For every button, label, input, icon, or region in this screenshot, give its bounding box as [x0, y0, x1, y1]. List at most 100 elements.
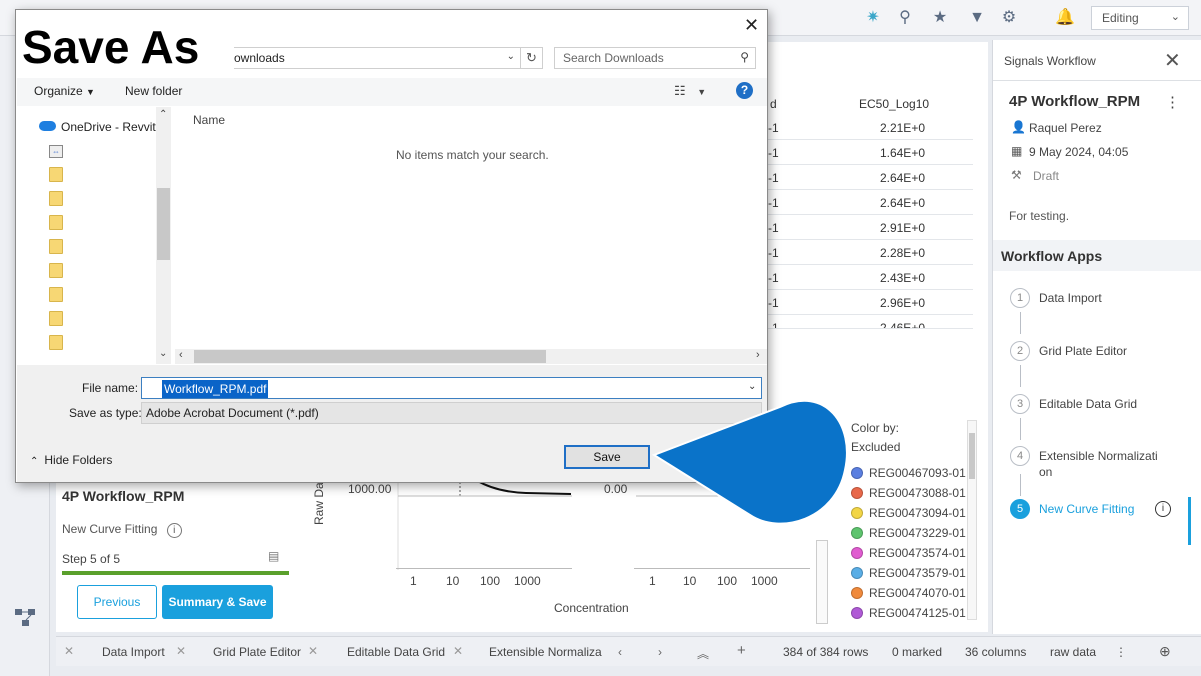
marked-count: 0 marked — [892, 645, 943, 659]
folder-icon[interactable] — [49, 215, 63, 230]
table-row[interactable]: -1 2.91E+0 — [760, 215, 973, 240]
summary-save-button[interactable]: Summary & Save — [162, 585, 273, 619]
table-row[interactable]: -1 2.96E+0 — [760, 290, 973, 315]
search-input[interactable]: Search Downloads ⚲ — [554, 47, 756, 69]
organize-button[interactable]: Organize ▼ — [34, 84, 95, 98]
network-icon[interactable]: ⇔ — [49, 145, 63, 158]
more-options-icon[interactable]: ⋮ — [1165, 93, 1180, 111]
legend-item[interactable]: REG00473088-01 — [851, 486, 966, 504]
workflow-icon[interactable] — [14, 606, 36, 628]
tab-editable-data-grid[interactable]: Editable Data Grid — [347, 645, 445, 659]
table-row[interactable]: -1 1.64E+0 — [760, 140, 973, 165]
column-header-ec50[interactable]: EC50_Log10 — [859, 97, 929, 111]
bottom-tab-bar: ✕ Data Import ✕ Grid Plate Editor ✕ Edit… — [56, 636, 1201, 666]
address-bar[interactable]: ownloads ⌄ — [229, 47, 521, 69]
dialog-title: Save As — [20, 18, 234, 78]
chevron-down-icon: ⌄ — [1170, 11, 1180, 23]
folder-icon[interactable] — [49, 239, 63, 254]
data-table-name[interactable]: raw data — [1050, 645, 1096, 659]
legend-item[interactable]: REG00473229-01 — [851, 526, 966, 544]
chart-scrollbar[interactable] — [816, 540, 828, 624]
column-header-name[interactable]: Name — [193, 113, 225, 127]
folder-icon[interactable] — [49, 191, 63, 206]
legend-item[interactable]: REG00473094-01 — [851, 506, 966, 524]
chevron-up-double-icon[interactable]: ︽ — [697, 645, 709, 662]
bookmark-icon[interactable]: ★ — [929, 7, 951, 29]
view-options-icon[interactable]: ☷ ▼ — [674, 83, 706, 99]
legend-dot — [851, 587, 863, 599]
legend-dot — [851, 547, 863, 559]
close-icon[interactable]: ✕ — [1164, 48, 1181, 73]
legend-item[interactable]: REG00474125-01 — [851, 606, 966, 624]
scroll-left-icon[interactable]: ‹ — [179, 349, 183, 361]
mode-select[interactable]: Editing ⌄ — [1091, 6, 1189, 30]
chevron-up-icon: ⌃ — [30, 456, 39, 467]
add-icon[interactable]: + — [737, 642, 746, 659]
save-button[interactable]: Save — [564, 445, 650, 469]
filter-icon[interactable]: ▼ — [966, 7, 988, 29]
active-indicator — [1188, 497, 1191, 545]
column-header[interactable]: d — [770, 97, 777, 111]
close-tab-icon[interactable]: ✕ — [176, 644, 186, 658]
globe-icon[interactable]: ⊕ — [1159, 643, 1171, 660]
x-tick: 1000 — [514, 574, 541, 588]
tab-extensible-normalization[interactable]: Extensible Normaliza — [489, 645, 602, 659]
previous-button[interactable]: Previous — [77, 585, 157, 619]
horizontal-scrollbar-thumb[interactable] — [194, 350, 546, 363]
search-icon[interactable]: ⚲ — [894, 7, 916, 29]
folder-icon[interactable] — [49, 311, 63, 326]
close-tab-icon[interactable]: ✕ — [64, 644, 74, 658]
tab-data-import[interactable]: Data Import — [102, 645, 165, 659]
scroll-down-icon[interactable]: ⌄ — [159, 348, 167, 359]
nav-scrollbar-thumb[interactable] — [157, 188, 170, 260]
search-icon: ⚲ — [740, 50, 749, 64]
hide-folders-button[interactable]: ⌃ Hide Folders — [30, 453, 112, 467]
panel-header: Signals Workflow — [1004, 54, 1096, 68]
table-row[interactable]: -1 2.21E+0 — [760, 115, 973, 140]
table-row[interactable]: -1 2.43E+0 — [760, 265, 973, 290]
workflow-status: Draft — [1033, 169, 1060, 183]
scroll-up-icon[interactable]: ⌃ — [159, 109, 167, 120]
x-tick: 1000 — [751, 574, 778, 588]
table-row[interactable]: -1 2.46E+0 — [760, 315, 973, 329]
legend-item[interactable]: REG00473579-01 — [851, 566, 966, 584]
panel-toggle-icon[interactable]: ▤ — [268, 549, 279, 563]
refresh-icon[interactable]: ↻ — [521, 47, 543, 69]
chevron-left-icon[interactable]: ‹ — [618, 645, 622, 659]
folder-icon[interactable] — [49, 167, 63, 182]
legend-item[interactable]: REG00473574-01 — [851, 546, 966, 564]
close-tab-icon[interactable]: ✕ — [453, 644, 463, 658]
workflow-title: 4P Workflow_RPM — [1009, 93, 1141, 110]
folder-icon[interactable] — [49, 263, 63, 278]
close-tab-icon[interactable]: ✕ — [308, 644, 318, 658]
tab-grid-plate-editor[interactable]: Grid Plate Editor — [213, 645, 301, 659]
folder-icon[interactable] — [49, 287, 63, 302]
caret-down-icon: ▼ — [86, 87, 95, 97]
folder-icon[interactable] — [49, 335, 63, 350]
legend-item[interactable]: REG00474070-01 — [851, 586, 966, 604]
nav-item-onedrive[interactable]: OneDrive - Revvity — [61, 120, 156, 134]
column-count: 36 columns — [965, 645, 1027, 659]
curve-plot-left — [397, 470, 572, 570]
table-row[interactable]: -1 2.64E+0 — [760, 190, 973, 215]
chevron-down-icon[interactable]: ⌄ — [507, 51, 515, 62]
table-row[interactable]: -1 2.28E+0 — [760, 240, 973, 265]
table-row[interactable]: -1 2.64E+0 — [760, 165, 973, 190]
y-tick: 1000.00 — [348, 482, 392, 496]
workflow-panel: Signals Workflow ✕ 4P Workflow_RPM ⋮ 👤 R… — [992, 40, 1201, 634]
chevron-right-icon[interactable]: › — [658, 645, 662, 659]
scroll-right-icon[interactable]: › — [756, 349, 760, 361]
notification-icon[interactable]: 🔔 — [1054, 7, 1076, 29]
new-folder-button[interactable]: New folder — [125, 84, 182, 98]
more-options-icon[interactable]: ⋮ — [1115, 645, 1127, 659]
legend-item[interactable]: REG00467093-01 — [851, 466, 966, 484]
legend-scrollbar[interactable] — [967, 420, 977, 620]
gear-icon[interactable]: ⚙ — [998, 7, 1020, 29]
atom-icon[interactable]: ✷ — [862, 7, 884, 29]
info-icon[interactable]: i — [166, 523, 182, 538]
help-icon[interactable]: ? — [736, 82, 753, 99]
x-tick: 100 — [480, 574, 501, 588]
callout-pointer — [651, 399, 848, 525]
close-icon[interactable]: ✕ — [744, 15, 759, 36]
mode-label: Editing — [1102, 11, 1139, 25]
